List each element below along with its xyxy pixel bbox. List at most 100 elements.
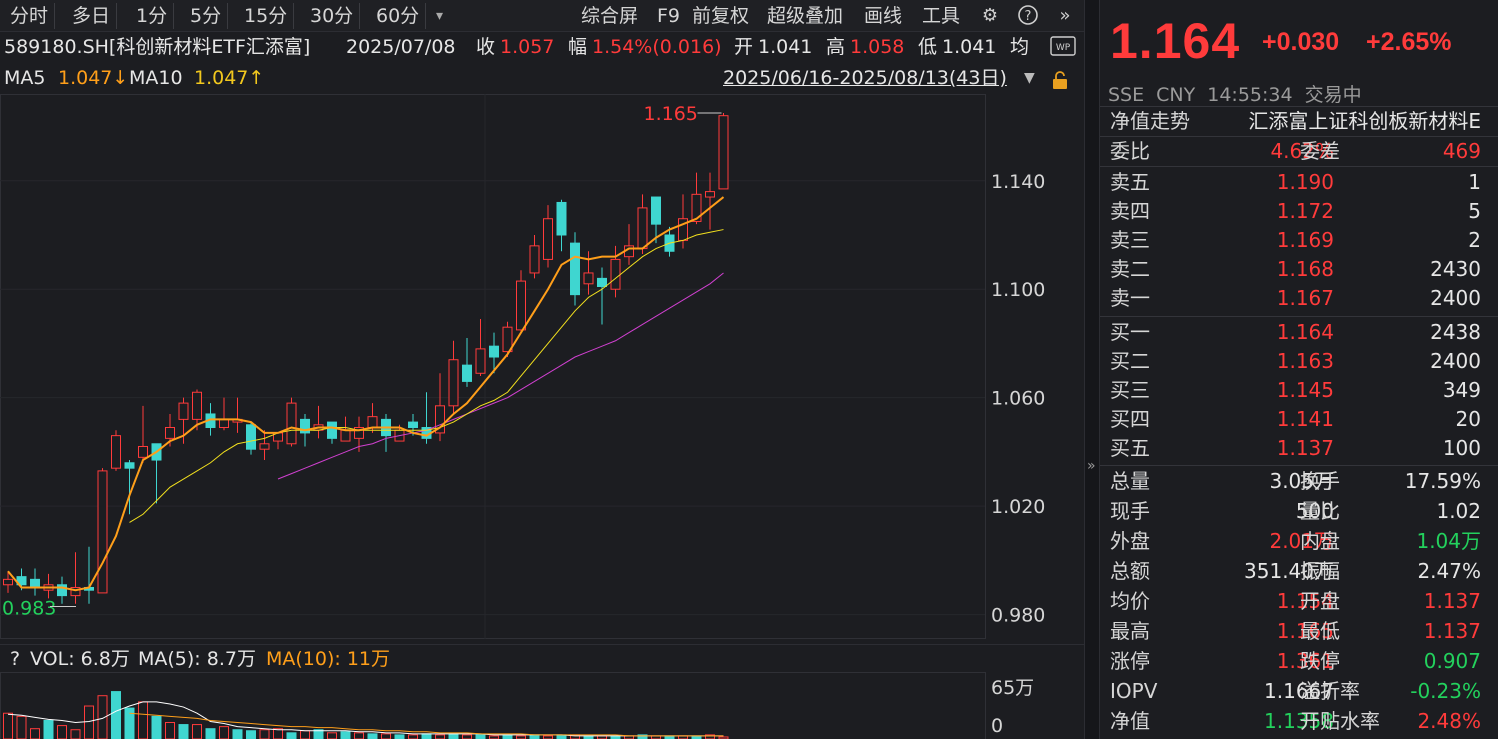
ask-row[interactable]: 卖五 1.190 1 xyxy=(1100,168,1498,197)
bid-row[interactable]: 买二 1.163 2400 xyxy=(1100,347,1498,376)
ask-volume: 5 xyxy=(1468,199,1481,223)
range-dropdown-icon[interactable]: ▼ xyxy=(1024,62,1035,94)
tab-multi-day[interactable]: 多日 xyxy=(66,3,118,29)
collapse-right-icon[interactable]: » xyxy=(1052,4,1078,28)
candle-body xyxy=(705,191,715,198)
separator xyxy=(1100,316,1498,317)
candle-body xyxy=(543,218,553,260)
fund-name: 汇添富上证科创板新材料E xyxy=(1248,109,1481,133)
candle-body xyxy=(489,345,499,358)
ask-level-label: 卖四 xyxy=(1110,199,1150,223)
volume-bar xyxy=(367,733,378,739)
tab-5min[interactable]: 5分 xyxy=(184,3,229,29)
ask-level-label: 卖二 xyxy=(1110,257,1150,281)
volume-bar xyxy=(138,701,148,739)
volume-bar xyxy=(475,734,486,739)
bid-row[interactable]: 买三 1.145 349 xyxy=(1100,376,1498,405)
expand-icon[interactable]: » xyxy=(1087,458,1096,474)
stat-label: 均价 xyxy=(1110,589,1150,613)
candle-body xyxy=(192,391,202,420)
stat-row: 总额 351.40万 振幅 2.47% xyxy=(1100,557,1498,586)
vol-label: VOL: 6.8万 xyxy=(30,648,130,670)
ask-row[interactable]: 卖四 1.172 5 xyxy=(1100,197,1498,226)
candle-body xyxy=(111,435,121,469)
plot-border xyxy=(0,94,986,639)
bid-price: 1.145 xyxy=(1276,378,1334,402)
bid-level-label: 买五 xyxy=(1110,436,1150,460)
stat-label: 换手 xyxy=(1300,469,1340,493)
volume-bar xyxy=(259,729,270,739)
panel-divider[interactable]: » xyxy=(1084,0,1100,739)
candle-body xyxy=(597,277,607,288)
volume-border xyxy=(0,672,986,739)
close-label: 收 xyxy=(476,36,496,58)
super-overlay-button[interactable]: 超级叠加 xyxy=(767,3,843,29)
last-price: 1.164 xyxy=(1110,13,1241,69)
ask-volume: 2430 xyxy=(1430,257,1481,281)
tab-30min[interactable]: 30分 xyxy=(304,3,361,29)
ask-row[interactable]: 卖三 1.169 2 xyxy=(1100,226,1498,255)
open-label: 开 xyxy=(734,36,754,58)
ma20-line xyxy=(277,272,724,480)
stat-value: 1.04万 xyxy=(1416,529,1481,553)
draw-line-button[interactable]: 画线 xyxy=(864,3,902,29)
high-marker-label: 1.165 xyxy=(644,103,698,125)
candle-body xyxy=(718,115,729,190)
volume-bar xyxy=(3,712,13,739)
stat-label: 净值 xyxy=(1110,709,1150,733)
bid-volume: 2400 xyxy=(1430,349,1481,373)
low-label: 低 xyxy=(918,36,938,58)
separator xyxy=(1100,166,1498,167)
stat-label: 振幅 xyxy=(1300,559,1340,583)
stat-value: 1.137 xyxy=(1423,619,1481,643)
tab-15min[interactable]: 15分 xyxy=(238,3,295,29)
tab-intraday[interactable]: 分时 xyxy=(4,3,56,29)
volume-bar xyxy=(97,695,108,739)
forward-adjust-button[interactable]: 前复权 xyxy=(692,3,749,29)
candle-body xyxy=(219,418,229,429)
volume-bar xyxy=(43,719,54,739)
avg-label: 均 xyxy=(1010,36,1030,58)
f9-button[interactable]: F9 xyxy=(657,3,680,29)
stat-label: 现手 xyxy=(1110,499,1150,523)
volume-bar xyxy=(529,734,540,739)
nav-row[interactable]: 净值走势 汇添富上证科创板新材料E xyxy=(1100,107,1498,136)
tab-1min[interactable]: 1分 xyxy=(130,3,175,29)
ma10-line xyxy=(129,229,724,523)
stat-value: 0.907 xyxy=(1423,649,1481,673)
help-icon[interactable]: ? xyxy=(1015,4,1041,28)
candle-body xyxy=(138,445,148,458)
ask-row[interactable]: 卖一 1.167 2400 xyxy=(1100,284,1498,313)
exchange-code: SSE xyxy=(1108,84,1145,106)
stat-row: 最高 1.165 最低 1.137 xyxy=(1100,617,1498,646)
quote-time: 14:55:34 xyxy=(1207,84,1293,106)
ask-row[interactable]: 卖二 1.168 2430 xyxy=(1100,255,1498,284)
candle-body xyxy=(340,429,351,442)
period-toolbar: 分时 多日 1分 5分 15分 30分 60分 ▾ 综合屏 F9 前复权 超级叠… xyxy=(0,0,1084,32)
bid-row[interactable]: 买一 1.164 2438 xyxy=(1100,318,1498,347)
date-range[interactable]: 2025/06/16-2025/08/13(43日) xyxy=(723,62,1007,94)
gear-icon[interactable]: ⚙ xyxy=(977,4,1003,28)
candle-body xyxy=(516,280,526,331)
candle-body xyxy=(448,359,459,407)
ask-volume: 1 xyxy=(1468,170,1481,194)
bid-volume: 2438 xyxy=(1430,320,1481,344)
bid-price: 1.137 xyxy=(1276,436,1334,460)
volume-bar xyxy=(70,729,81,739)
composite-screen-button[interactable]: 综合屏 xyxy=(581,3,638,29)
tab-60min[interactable]: 60分 xyxy=(370,3,427,29)
y-tick-label: 1.060 xyxy=(991,388,1045,410)
weicha-value: 469 xyxy=(1442,139,1481,163)
bid-level-label: 买四 xyxy=(1110,407,1150,431)
bid-row[interactable]: 买四 1.141 20 xyxy=(1100,405,1498,434)
candle-body xyxy=(475,348,486,374)
candle-body xyxy=(529,245,540,274)
bid-row[interactable]: 买五 1.137 100 xyxy=(1100,434,1498,463)
tools-button[interactable]: 工具 xyxy=(922,3,960,29)
volume-help-icon[interactable]: ? xyxy=(10,645,20,673)
period-dropdown-icon[interactable]: ▾ xyxy=(436,3,443,29)
candle-body xyxy=(408,421,418,429)
nav-trend-label[interactable]: 净值走势 xyxy=(1110,107,1190,136)
candle-body xyxy=(462,364,472,382)
y-tick-label: 1.020 xyxy=(991,496,1045,518)
